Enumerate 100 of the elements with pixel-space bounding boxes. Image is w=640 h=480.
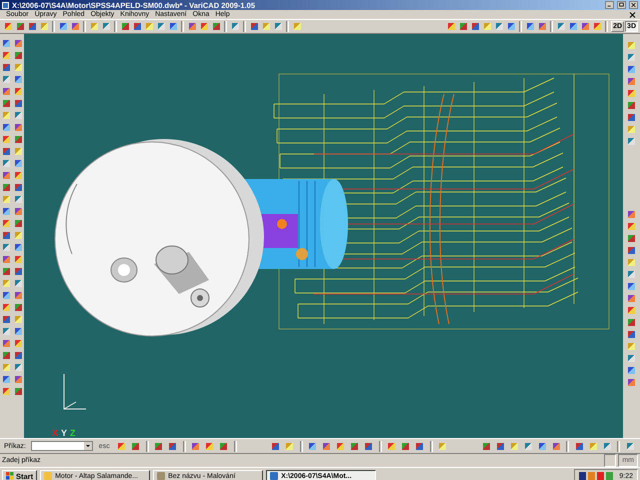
toolbar-button[interactable] [186, 21, 198, 32]
dropdown-arrow-icon[interactable] [84, 442, 92, 450]
toolbar-button[interactable] [0, 242, 12, 253]
toolbar-button[interactable] [152, 440, 165, 452]
toolbar-button[interactable] [0, 386, 12, 397]
toolbar-button[interactable] [0, 122, 12, 133]
toolbar-button[interactable] [0, 338, 12, 349]
toolbar-button[interactable] [284, 440, 296, 452]
toolbar-button[interactable] [116, 440, 128, 452]
toolbar-button[interactable] [166, 440, 179, 452]
toolbar-button[interactable] [567, 21, 580, 32]
maximize-icon[interactable] [617, 1, 626, 9]
toolbar-button[interactable] [12, 386, 24, 397]
toolbar-button[interactable] [12, 146, 24, 157]
toolbar-button[interactable] [0, 50, 12, 61]
toolbar-button[interactable] [625, 233, 638, 244]
toolbar-button[interactable] [0, 146, 12, 157]
toolbar-button[interactable] [481, 21, 494, 32]
toolbar-button[interactable] [625, 88, 638, 99]
toolbar-button[interactable] [12, 242, 24, 253]
toolbar-button[interactable] [12, 38, 24, 49]
toolbar-button[interactable] [210, 21, 222, 32]
toolbar-button[interactable] [445, 21, 458, 32]
toolbar-button[interactable] [12, 230, 24, 241]
toolbar-button[interactable] [0, 290, 12, 301]
toolbar-button[interactable] [587, 440, 600, 452]
toolbar-button[interactable] [457, 21, 470, 32]
toolbar-button[interactable] [625, 269, 638, 280]
toolbar-button[interactable] [143, 21, 155, 32]
toolbar-button[interactable] [386, 440, 398, 452]
toolbar-button[interactable] [625, 52, 638, 63]
toolbar-button[interactable] [625, 124, 638, 135]
toolbar-button[interactable] [624, 440, 636, 452]
toolbar-button[interactable] [204, 440, 216, 452]
toolbar-button[interactable] [0, 134, 12, 145]
toolbar-button[interactable] [625, 293, 638, 304]
toolbar-button[interactable] [414, 440, 426, 452]
toolbar-button[interactable] [14, 21, 26, 32]
toolbar-button[interactable] [69, 21, 81, 32]
toolbar-button[interactable] [12, 74, 24, 85]
toolbar-button[interactable] [155, 21, 167, 32]
toolbar-button[interactable] [536, 21, 548, 32]
toolbar-button[interactable] [625, 257, 638, 268]
toolbar-button[interactable] [493, 21, 506, 32]
toolbar-button[interactable] [0, 230, 12, 241]
toolbar-button[interactable] [12, 122, 24, 133]
toolbar-button[interactable] [12, 302, 24, 313]
toolbar-button[interactable] [12, 62, 24, 73]
toolbar-button[interactable] [12, 266, 24, 277]
toolbar-button[interactable] [190, 440, 202, 452]
toolbar-button[interactable] [12, 338, 24, 349]
toolbar-button[interactable] [12, 98, 24, 109]
toolbar-button[interactable] [306, 440, 319, 452]
toolbar-button[interactable] [494, 440, 506, 452]
toolbar-button[interactable] [536, 440, 548, 452]
toolbar-button[interactable] [88, 21, 100, 32]
toolbar-button[interactable] [198, 21, 210, 32]
toolbar-button[interactable] [131, 21, 143, 32]
toolbar-button[interactable] [320, 440, 333, 452]
toolbar-button[interactable] [218, 440, 230, 452]
toolbar-button[interactable] [12, 206, 24, 217]
toolbar-button[interactable] [334, 440, 347, 452]
toolbar-button[interactable] [12, 218, 24, 229]
toolbar-button[interactable] [229, 21, 241, 32]
toolbar-button[interactable] [505, 21, 518, 32]
toolbar-button[interactable] [12, 326, 24, 337]
toolbar-button[interactable] [348, 440, 361, 452]
toolbar-button[interactable] [625, 100, 638, 111]
toolbar-button[interactable] [550, 440, 562, 452]
toolbar-button[interactable] [272, 21, 284, 32]
toolbar-button[interactable] [625, 281, 638, 292]
toolbar-button[interactable] [0, 206, 12, 217]
toolbar-button[interactable] [119, 21, 131, 32]
toolbar-button[interactable] [625, 221, 638, 232]
toolbar-button[interactable] [625, 136, 638, 147]
toolbar-button[interactable] [508, 440, 520, 452]
toolbar-button[interactable] [12, 254, 24, 265]
toolbar-button[interactable] [248, 21, 260, 32]
toolbar-button[interactable] [26, 21, 38, 32]
toolbar-button[interactable] [0, 194, 12, 205]
toolbar-button[interactable] [12, 314, 24, 325]
toolbar-button[interactable] [12, 86, 24, 97]
toolbar-button[interactable] [0, 38, 12, 49]
toolbar-button[interactable] [0, 266, 12, 277]
toolbar-button[interactable] [12, 194, 24, 205]
toolbar-button[interactable] [0, 170, 12, 181]
toolbar-button[interactable] [591, 21, 604, 32]
toolbar-button[interactable] [469, 21, 482, 32]
toolbar-button[interactable] [625, 353, 638, 364]
toolbar-button[interactable] [0, 374, 12, 385]
toolbar-button[interactable] [362, 440, 375, 452]
toolbar-button[interactable] [625, 377, 638, 388]
toolbar-button[interactable] [524, 21, 536, 32]
toolbar-button[interactable] [38, 21, 50, 32]
toolbar-button[interactable] [57, 21, 69, 32]
toolbar-button[interactable] [0, 350, 12, 361]
toolbar-button[interactable] [573, 440, 586, 452]
toolbar-button[interactable] [12, 350, 24, 361]
toolbar-button[interactable] [12, 50, 24, 61]
toolbar-button[interactable] [625, 209, 638, 220]
